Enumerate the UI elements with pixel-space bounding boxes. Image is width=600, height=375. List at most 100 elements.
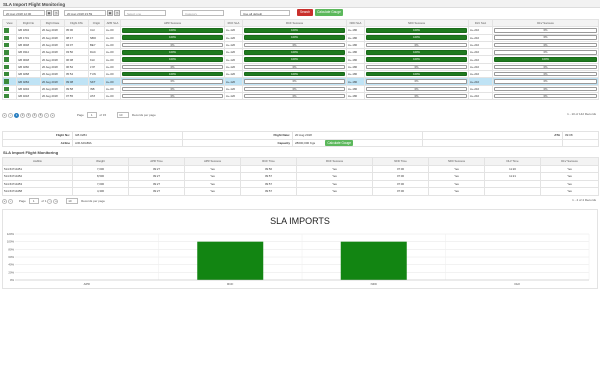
page-button[interactable]: 4 [32, 112, 37, 118]
table-row[interactable]: GB 4018 20 Aug 2018 07:55 ATZ A+-60 0% A+-120 0… [2, 91, 599, 101]
success-bar: 0% [494, 93, 597, 99]
y-tick-label: 40% [8, 263, 14, 267]
view-button[interactable] [4, 42, 9, 48]
per-page-select[interactable]: 10 [66, 198, 79, 204]
column-header[interactable]: APR Success [120, 18, 225, 28]
table-row[interactable]: 514-54714451 7,000 09:27 Yes 09:56 Yes 07:00 Ye… [2, 164, 599, 173]
last-page-icon[interactable]: » [50, 112, 55, 118]
column-header[interactable]: NFD Success [428, 157, 485, 166]
cell-origin: LYP [90, 64, 96, 69]
cell-origin: KHI [90, 57, 95, 62]
view-button[interactable] [4, 28, 9, 33]
next-page-icon[interactable]: › [47, 198, 53, 204]
success-bar: 0% [366, 86, 467, 92]
cell-rcf_s: Yes [296, 172, 373, 181]
table-row[interactable]: 514-54714452 8,500 09:27 Yes 09:57 Yes 07:00 Ye… [2, 172, 599, 181]
column-header[interactable]: RCF Success [242, 18, 347, 28]
cell-dlv: A+-210 [470, 57, 480, 62]
view-button[interactable] [4, 71, 9, 77]
column-header[interactable]: Weight [72, 157, 129, 166]
cell-date: 20 Aug 2018 [42, 94, 58, 99]
cell-apr_t: 09:27 [128, 187, 185, 196]
table-row[interactable]: GB 0048 20 Aug 2018 06:08 KHI A+-60 100% A+-12… [2, 55, 599, 64]
column-header[interactable]: APR Success [184, 157, 241, 166]
view-button[interactable] [4, 64, 9, 70]
column-header[interactable]: NFD SLA [346, 18, 365, 28]
airline-select[interactable]: Select one [124, 10, 166, 16]
view-button[interactable] [4, 79, 9, 84]
column-header[interactable]: View [2, 18, 17, 28]
table-row[interactable]: 514-54714458 4,300 09:27 Yes 09:57 Yes 07:00 Ye… [2, 187, 599, 196]
search-button[interactable]: Search [297, 9, 313, 16]
column-header[interactable]: APR SLA [104, 18, 121, 28]
column-header[interactable]: DLV Time [484, 157, 541, 166]
column-header[interactable]: RCF Time [240, 157, 297, 166]
view-button[interactable] [4, 35, 9, 40]
page-button[interactable]: 1 [14, 112, 19, 118]
cell-dlv: A+-210 [470, 72, 480, 77]
station-select[interactable]: Use all default [240, 10, 290, 16]
page-input[interactable]: 1 [86, 112, 97, 118]
last-page-icon[interactable]: » [53, 198, 59, 204]
column-header[interactable]: Origin [88, 18, 105, 28]
column-header[interactable]: Flight ATA [64, 18, 89, 28]
view-button[interactable] [4, 57, 9, 62]
view-button[interactable] [4, 93, 9, 99]
table-row[interactable]: GB 0294 20 Aug 2018 09:58 ISB A+-60 0% A+-120 0… [2, 84, 599, 93]
table-row[interactable]: GB 0048 20 Aug 2018 04:07 BEY A+-60 0% A+-120 0… [2, 40, 599, 50]
calculate-gauge-button[interactable]: Calculate Gauge [325, 139, 354, 146]
cell-rcf: A+-120 [226, 86, 236, 91]
calculate-gauge-button[interactable]: Calculate Gauge [315, 9, 343, 16]
table-row[interactable]: GB 1701 20 Aug 2018 08:17 NBO A+-60 100% A+-12… [2, 33, 599, 42]
table-row[interactable]: GB 0260 20 Aug 2018 06:52 LYP A+-60 0% A+-120 0… [2, 62, 599, 72]
view-button[interactable] [4, 86, 9, 92]
clock-icon[interactable]: ◷ [53, 10, 59, 16]
calendar-icon[interactable]: ▦ [46, 10, 52, 16]
column-header[interactable]: DLV SLA [468, 18, 493, 28]
page-input[interactable]: 1 [28, 198, 39, 204]
first-page-icon[interactable]: « [2, 112, 7, 118]
column-header[interactable]: NFD Success [364, 18, 469, 28]
table-row[interactable]: 514-54714453 7,000 09:27 Yes 09:57 Yes 07:00 Ye… [2, 179, 599, 188]
table-row[interactable]: GB 0284 20 Aug 2018 09:08 SKT A+-60 0% A+-120 0… [2, 77, 599, 86]
column-header[interactable]: Flight No [16, 18, 41, 28]
success-bar: 100% [244, 50, 345, 55]
capacity-cell: 28000,000 Kgs Calculate Gauge [292, 138, 423, 147]
cell-dlv_s: Yes [540, 172, 599, 181]
clock-icon[interactable]: ◷ [114, 10, 120, 16]
cell-rcf: A+-120 [226, 43, 236, 48]
cell-apr: A+-60 [106, 64, 114, 69]
prev-page-icon[interactable]: ‹ [8, 198, 13, 204]
calendar-icon[interactable]: ▦ [107, 10, 113, 16]
column-header[interactable]: RCF SLA [224, 18, 243, 28]
cell-rcf_t: 09:57 [240, 187, 297, 196]
table-row[interactable]: GB 0312 20 Aug 2018 03:50 DAC A+-60 100% A+-12… [2, 48, 599, 57]
column-header[interactable]: DLV Success [492, 18, 599, 28]
per-page-select[interactable]: 10 [117, 112, 130, 118]
per-page-label: Records per page [131, 113, 156, 117]
column-header[interactable]: AwbNo [2, 157, 73, 166]
page-button[interactable]: 2 [20, 112, 25, 118]
success-bar: 0% [244, 86, 345, 92]
page-button[interactable]: 5 [38, 112, 43, 118]
prev-page-icon[interactable]: ‹ [8, 112, 13, 118]
view-button[interactable] [4, 50, 9, 55]
next-page-icon[interactable]: › [44, 112, 49, 118]
column-header[interactable]: APR Time [128, 157, 185, 166]
table-row[interactable]: GB 1804 20 Aug 2018 05:00 CAI A+-60 100% A+-12… [2, 26, 599, 35]
cell-dlv_s: Yes [540, 164, 599, 173]
category-select[interactable]: Category [182, 10, 224, 16]
cell-nfd: A+-180 [348, 64, 358, 69]
to-date-input[interactable]: 20 Aug 2018 23:59 [64, 10, 106, 16]
from-date-input[interactable]: 20 Aug 2018 12:00 [3, 10, 45, 16]
cell-awb: 514-54714452 [2, 172, 73, 181]
column-header[interactable]: NFD Time [372, 157, 429, 166]
column-header[interactable]: Flight Date [40, 18, 65, 28]
column-header[interactable]: DLV Success [540, 157, 599, 166]
capacity-value: 28000,000 Kgs [295, 140, 316, 145]
first-page-icon[interactable]: « [2, 198, 7, 204]
success-bar: 0% [122, 86, 223, 92]
column-header[interactable]: RCF Success [296, 157, 373, 166]
table-row[interactable]: GB 0268 20 Aug 2018 05:54 TUN A+-60 100% A+-12… [2, 70, 599, 79]
page-button[interactable]: 3 [26, 112, 31, 118]
